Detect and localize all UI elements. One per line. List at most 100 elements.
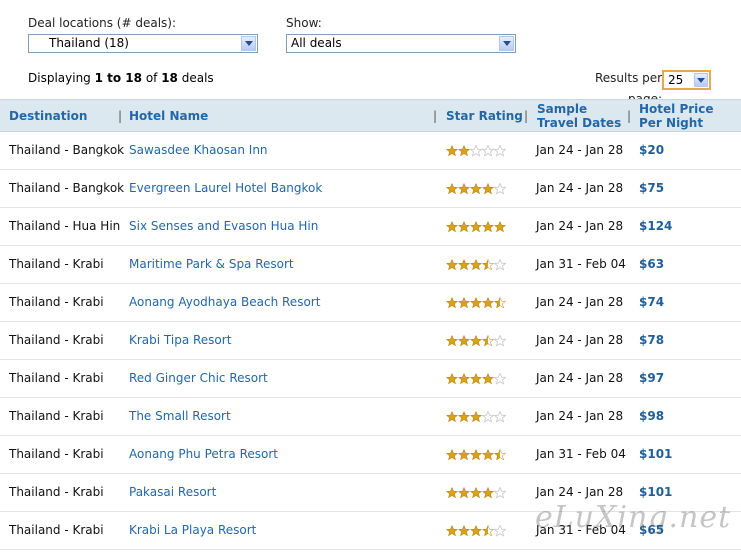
- row-travel-dates: Jan 24 - Jan 28: [536, 181, 624, 195]
- deal-locations-value: Thailand (18): [49, 36, 129, 50]
- row-hotel-link[interactable]: Krabi La Playa Resort: [129, 523, 256, 537]
- show-value: All deals: [291, 36, 342, 50]
- star-icon: [457, 182, 471, 195]
- table-row: Thailand - Krabi Red Ginger Chic Resort Ja…: [0, 360, 741, 398]
- star-icon: [493, 448, 507, 461]
- row-hotel-link[interactable]: Evergreen Laurel Hotel Bangkok: [129, 181, 322, 195]
- results-per-page-label: Results per: [595, 71, 663, 85]
- show-select[interactable]: All deals: [286, 34, 516, 53]
- row-hotel-link[interactable]: Krabi Tipa Resort: [129, 333, 231, 347]
- row-hotel-link[interactable]: Sawasdee Khaosan Inn: [129, 143, 268, 157]
- chevron-down-icon[interactable]: [499, 36, 514, 51]
- row-travel-dates: Jan 31 - Feb 04: [536, 257, 626, 271]
- row-price[interactable]: $74: [639, 295, 664, 309]
- star-icon: [481, 296, 495, 309]
- table-row: Thailand - Krabi Aonang Phu Petra Resort J…: [0, 436, 741, 474]
- star-rating: [445, 296, 507, 309]
- star-icon: [493, 144, 507, 157]
- header-travel-dates[interactable]: Sample Travel Dates: [537, 102, 621, 130]
- row-hotel-link[interactable]: The Small Resort: [129, 409, 231, 423]
- table-row: Thailand - Krabi The Small Resort Jan 24 -…: [0, 398, 741, 436]
- row-travel-dates: Jan 24 - Jan 28: [536, 409, 624, 423]
- header-hotel-price[interactable]: Hotel Price Per Night: [639, 102, 714, 130]
- star-icon: [445, 296, 459, 309]
- star-rating: [445, 448, 507, 461]
- watermark: eLuXing.net: [535, 500, 732, 535]
- row-travel-dates: Jan 24 - Jan 28: [536, 333, 624, 347]
- row-hotel-link[interactable]: Aonang Ayodhaya Beach Resort: [129, 295, 320, 309]
- row-destination: Thailand - Krabi: [9, 447, 104, 461]
- star-rating: [445, 372, 507, 385]
- star-icon: [493, 296, 507, 309]
- star-rating: [445, 182, 507, 195]
- star-icon: [493, 334, 507, 347]
- chevron-down-icon[interactable]: [241, 36, 256, 51]
- header-star-rating[interactable]: Star Rating: [446, 109, 523, 123]
- row-hotel-link[interactable]: Red Ginger Chic Resort: [129, 371, 268, 385]
- row-hotel-link[interactable]: Pakasai Resort: [129, 485, 216, 499]
- row-travel-dates: Jan 31 - Feb 04: [536, 447, 626, 461]
- header-hotel-name[interactable]: Hotel Name: [129, 109, 208, 123]
- row-price[interactable]: $20: [639, 143, 664, 157]
- row-hotel-link[interactable]: Six Senses and Evason Hua Hin: [129, 219, 318, 233]
- star-icon: [457, 448, 471, 461]
- star-icon: [493, 258, 507, 271]
- summary-total: 18: [161, 71, 178, 85]
- star-rating: [445, 334, 507, 347]
- star-icon: [469, 258, 483, 271]
- star-rating: [445, 220, 507, 233]
- row-price[interactable]: $97: [639, 371, 664, 385]
- star-rating: [445, 524, 507, 537]
- star-icon: [445, 410, 459, 423]
- deal-locations-select[interactable]: Thailand (18): [28, 34, 258, 53]
- star-icon: [445, 334, 459, 347]
- summary-prefix: Displaying: [28, 71, 95, 85]
- star-icon: [481, 144, 495, 157]
- summary-of: of: [142, 71, 162, 85]
- row-price[interactable]: $101: [639, 447, 672, 461]
- header-hotel-price-line1: Hotel Price: [639, 102, 714, 116]
- star-icon: [469, 372, 483, 385]
- star-icon: [469, 144, 483, 157]
- star-icon: [481, 220, 495, 233]
- star-icon: [457, 524, 471, 537]
- header-travel-dates-line2: Travel Dates: [537, 116, 622, 130]
- row-hotel-link[interactable]: Maritime Park & Spa Resort: [129, 257, 294, 271]
- star-icon: [457, 372, 471, 385]
- table-row: Thailand - Krabi Krabi Tipa Resort Jan 24 …: [0, 322, 741, 360]
- row-destination: Thailand - Krabi: [9, 523, 104, 537]
- header-separator: |: [118, 109, 123, 123]
- star-icon: [481, 524, 495, 537]
- chevron-down-icon[interactable]: [694, 73, 708, 87]
- star-icon: [469, 220, 483, 233]
- star-icon: [445, 486, 459, 499]
- row-travel-dates: Jan 24 - Jan 28: [536, 485, 624, 499]
- star-icon: [457, 144, 471, 157]
- deal-locations-label: Deal locations (# deals):: [28, 16, 177, 30]
- star-rating: [445, 258, 507, 271]
- star-icon: [445, 144, 459, 157]
- header-destination[interactable]: Destination: [9, 109, 87, 123]
- row-destination: Thailand - Krabi: [9, 409, 104, 423]
- star-icon: [469, 334, 483, 347]
- row-price[interactable]: $98: [639, 409, 664, 423]
- row-price[interactable]: $75: [639, 181, 664, 195]
- star-icon: [469, 486, 483, 499]
- star-icon: [481, 372, 495, 385]
- row-price[interactable]: $78: [639, 333, 664, 347]
- row-price[interactable]: $101: [639, 485, 672, 499]
- row-price[interactable]: $124: [639, 219, 672, 233]
- table-row: Thailand - Hua Hin Six Senses and Evason …: [0, 208, 741, 246]
- row-destination: Thailand - Krabi: [9, 257, 104, 271]
- results-per-page-select[interactable]: 25: [662, 70, 711, 90]
- star-icon: [481, 410, 495, 423]
- row-hotel-link[interactable]: Aonang Phu Petra Resort: [129, 447, 278, 461]
- star-icon: [481, 334, 495, 347]
- row-price[interactable]: $63: [639, 257, 664, 271]
- results-summary: Displaying 1 to 18 of 18 deals: [28, 71, 214, 85]
- star-icon: [493, 220, 507, 233]
- star-icon: [457, 486, 471, 499]
- star-icon: [457, 334, 471, 347]
- row-destination: Thailand - Krabi: [9, 333, 104, 347]
- summary-suffix: deals: [177, 71, 214, 85]
